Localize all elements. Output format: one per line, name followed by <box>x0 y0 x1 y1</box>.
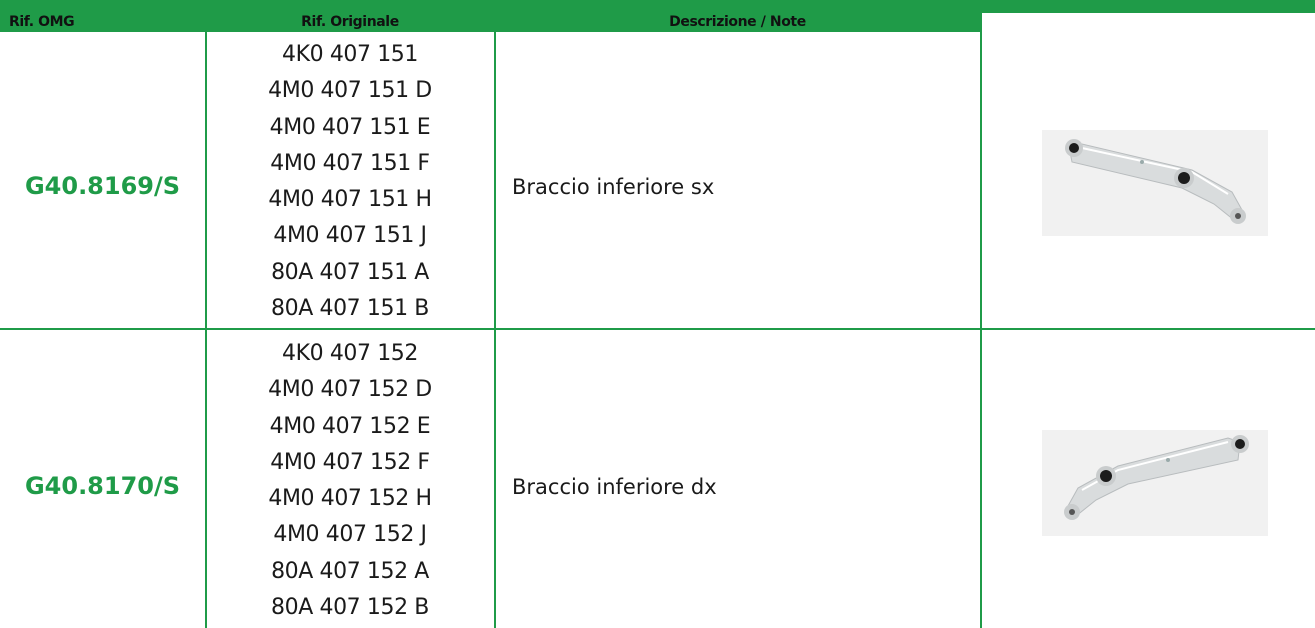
original-ref: 4M0 407 151 J <box>273 223 427 249</box>
lower-control-arm-right-photo <box>1042 430 1268 536</box>
row-divider <box>0 328 1315 330</box>
part-description: Braccio inferiore dx <box>512 475 717 499</box>
header-rif-originale: Rif. Originale <box>205 13 495 32</box>
original-ref: 4K0 407 151 <box>282 42 418 67</box>
original-ref: 4K0 407 152 <box>282 341 418 366</box>
original-ref: 4M0 407 151 E <box>269 114 431 140</box>
original-refs-list: 4K0 407 151 4M0 407 151 D 4M0 407 151 E … <box>205 37 495 327</box>
original-ref: 4M0 407 152 E <box>269 413 431 439</box>
original-refs-list: 4K0 407 152 4M0 407 152 D 4M0 407 152 E … <box>205 336 495 626</box>
original-ref: 4M0 407 152 H <box>268 486 432 512</box>
omg-code: G40.8170/S <box>24 472 181 500</box>
original-ref: 80A 407 152 B <box>271 595 429 621</box>
column-divider <box>980 13 982 628</box>
omg-code: G40.8169/S <box>24 172 181 200</box>
header-descrizione: Descrizione / Note <box>495 13 980 32</box>
original-ref: 80A 407 151 B <box>271 296 429 322</box>
original-ref: 4M0 407 151 H <box>268 187 432 213</box>
original-ref: 4M0 407 151 D <box>268 78 432 104</box>
table-top-bar <box>0 0 1315 13</box>
original-ref: 80A 407 151 A <box>271 259 429 285</box>
header-rif-omg: Rif. OMG <box>0 13 205 32</box>
original-ref: 4M0 407 152 D <box>268 377 432 403</box>
original-ref: 4M0 407 152 J <box>273 522 427 548</box>
part-description: Braccio inferiore sx <box>512 175 715 199</box>
lower-control-arm-left-photo <box>1042 130 1268 236</box>
original-ref: 4M0 407 152 F <box>270 449 430 475</box>
original-ref: 4M0 407 151 F <box>270 150 430 176</box>
original-ref: 80A 407 152 A <box>271 558 429 584</box>
